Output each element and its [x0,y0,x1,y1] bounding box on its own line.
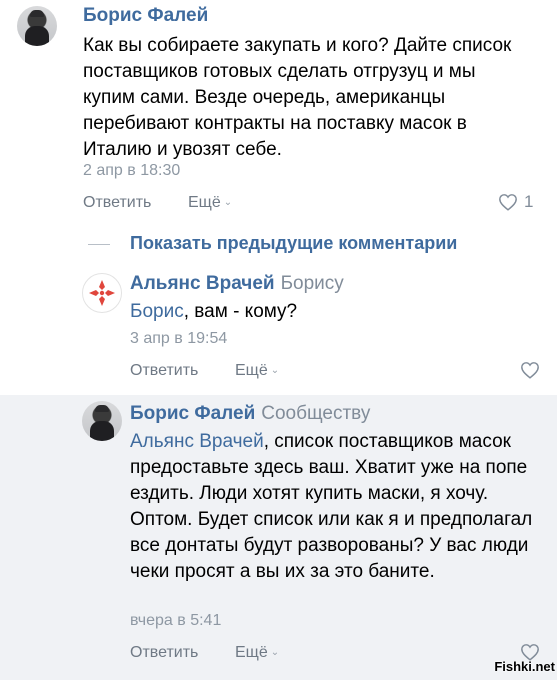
comment-actions: Ответить Ещё ⌄ [83,194,232,212]
comment-1: Борис Фалей Как вы собираете закупать и … [0,0,557,225]
watermark: Fishki.net [494,659,555,674]
show-previous-comments-link[interactable]: Показать предыдущие комментарии [130,233,457,254]
more-label: Ещё [188,194,221,211]
comment-author[interactable]: Борис Фалей [83,5,208,27]
comment-3: Борис Фалей Сообществу Альянс Врачей, спи… [0,395,557,680]
comment-2: Альянс Врачей Борису Борис, вам - кому? 3… [0,265,557,395]
chevron-down-icon: ⌄ [270,647,280,658]
comment-body: Как вы собираете закупать и кого? Дайте … [83,35,512,160]
avatar[interactable] [82,401,122,441]
comment-body: , список поставщиков масок предоставьте … [130,431,533,582]
like-button[interactable]: 1 [498,192,533,212]
comment-body: , вам - кому? [183,301,298,322]
more-label: Ещё [235,644,268,661]
more-label: Ещё [235,362,268,379]
more-button[interactable]: Ещё ⌄ [235,362,279,380]
reply-button[interactable]: Ответить [130,644,198,661]
comment-author: Альянс Врачей Борису [130,273,344,295]
heart-icon [499,194,517,211]
divider [88,244,110,245]
reply-button[interactable]: Ответить [83,194,151,211]
comment-text: Альянс Врачей, список поставщиков масок … [130,429,550,585]
comment-text: Борис, вам - кому? [130,299,557,325]
comment-actions: Ответить Ещё ⌄ [130,362,279,380]
comment-date[interactable]: 2 апр в 18:30 [83,162,180,180]
chevron-down-icon: ⌄ [223,197,233,208]
author-name[interactable]: Альянс Врачей [130,273,275,294]
avatar[interactable] [82,273,122,313]
comment-text: Как вы собираете закупать и кого? Дайте … [83,33,523,163]
more-button[interactable]: Ещё ⌄ [235,644,279,662]
reply-to-label[interactable]: Сообществу [261,403,370,424]
author-name[interactable]: Борис Фалей [83,5,208,26]
comment-date[interactable]: вчера в 5:41 [130,612,221,630]
alliance-logo-icon [89,280,115,306]
comment-actions: Ответить Ещё ⌄ [130,644,279,662]
show-previous-row: Показать предыдущие комментарии [0,225,557,265]
author-name[interactable]: Борис Фалей [130,403,255,424]
reply-to-label[interactable]: Борису [281,273,344,294]
like-count: 1 [524,192,534,211]
avatar[interactable] [17,6,57,46]
mention-link[interactable]: Альянс Врачей [130,431,264,452]
like-button[interactable] [520,361,540,379]
chevron-down-icon: ⌄ [270,365,280,376]
reply-button[interactable]: Ответить [130,362,198,379]
comment-author: Борис Фалей Сообществу [130,403,370,425]
heart-icon [521,362,539,379]
mention-link[interactable]: Борис [130,301,184,322]
more-button[interactable]: Ещё ⌄ [188,194,232,212]
comment-date[interactable]: 3 апр в 19:54 [130,330,227,348]
